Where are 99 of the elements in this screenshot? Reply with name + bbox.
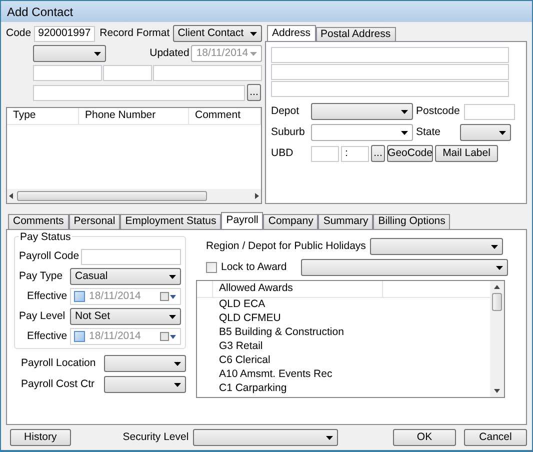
tab[interactable]: Billing Options bbox=[373, 214, 450, 229]
vertical-scrollbar[interactable] bbox=[490, 281, 504, 397]
dropdown[interactable] bbox=[311, 103, 413, 120]
input-field[interactable] bbox=[271, 64, 509, 80]
horizontal-scrollbar[interactable] bbox=[7, 189, 261, 203]
input-field[interactable] bbox=[271, 47, 509, 63]
dropdown[interactable] bbox=[192, 429, 338, 446]
list-item[interactable]: QLD ECA bbox=[197, 298, 490, 312]
column-header[interactable]: Comment bbox=[189, 108, 261, 124]
field-label: Pay Level bbox=[19, 308, 66, 324]
dropdown-arrow-icon bbox=[499, 130, 506, 134]
field-label: Suburb bbox=[271, 124, 306, 140]
field-label: UBD bbox=[271, 146, 294, 161]
field-label: Updated bbox=[150, 46, 190, 61]
calendar-icon[interactable] bbox=[160, 332, 177, 341]
calendar-icon[interactable] bbox=[160, 292, 177, 301]
dropdown[interactable]: Client Contact bbox=[172, 25, 262, 42]
scrollbar-thumb[interactable] bbox=[492, 293, 502, 311]
dropdown-arrow-icon bbox=[496, 266, 503, 270]
input-field[interactable]: 920001997 bbox=[34, 26, 95, 42]
tab[interactable]: Address bbox=[267, 25, 316, 41]
scrollbar-thumb[interactable] bbox=[17, 191, 207, 201]
window-title: Add Contact bbox=[7, 4, 74, 20]
dropdown-arrow-icon bbox=[401, 130, 408, 134]
field-label: Payroll Cost Ctr bbox=[21, 376, 96, 392]
awards-list[interactable]: Allowed Awards QLD ECA QLD CFMEU B5 Building & Construction G3 Retail C6 Clerical A10 Amsmt. Events Rec C1 Carparking bbox=[196, 280, 505, 398]
dropdown[interactable] bbox=[311, 124, 413, 141]
list-item[interactable]: B5 Building & Construction bbox=[197, 326, 490, 340]
field-label: Postcode bbox=[416, 104, 460, 119]
field-label: Effective bbox=[26, 328, 68, 344]
dropdown-arrow-icon bbox=[169, 314, 176, 318]
input-field[interactable] bbox=[311, 146, 339, 162]
tab[interactable]: Postal Address bbox=[316, 27, 396, 41]
tab[interactable]: Company bbox=[263, 214, 318, 229]
field-label: Depot bbox=[271, 104, 300, 119]
list-item[interactable]: QLD CFMEU bbox=[197, 312, 490, 326]
list-item[interactable]: C6 Clerical bbox=[197, 354, 490, 368]
history-button[interactable]: History bbox=[10, 429, 71, 446]
scroll-down-arrow-icon[interactable] bbox=[494, 389, 500, 393]
checkbox[interactable] bbox=[74, 331, 86, 342]
field-label: Lock to Award bbox=[221, 260, 288, 275]
mail-label-button[interactable]: Mail Label bbox=[435, 145, 498, 162]
dropdown-arrow-icon bbox=[94, 52, 101, 56]
input-field[interactable] bbox=[152, 65, 262, 81]
input-field[interactable] bbox=[464, 104, 515, 120]
dropdown-arrow-icon bbox=[250, 52, 257, 56]
field-label: State bbox=[416, 124, 442, 140]
dropdown-arrow-icon bbox=[401, 110, 408, 114]
dropdown-arrow-icon bbox=[490, 244, 498, 248]
field-label: Region / Depot for Public Holidays bbox=[206, 238, 366, 254]
tab[interactable]: Employment Status bbox=[120, 214, 222, 229]
dropdown[interactable] bbox=[104, 376, 186, 393]
cancel-button[interactable]: Cancel bbox=[464, 429, 527, 446]
phone-list[interactable]: Type Phone Number Comment bbox=[6, 107, 262, 204]
list-item[interactable]: C1 Carparking bbox=[197, 382, 490, 396]
dropdown[interactable] bbox=[33, 45, 106, 62]
checkbox[interactable] bbox=[206, 262, 217, 273]
dropdown-arrow-icon bbox=[174, 362, 181, 366]
ok-button[interactable]: OK bbox=[393, 429, 456, 446]
dropdown[interactable]: Casual bbox=[70, 268, 181, 285]
input-field[interactable]: : bbox=[341, 146, 369, 162]
field-label: Code bbox=[6, 26, 32, 41]
dropdown[interactable]: Not Set bbox=[70, 308, 181, 325]
browse-button[interactable]: ... bbox=[371, 145, 385, 162]
geocode-button[interactable]: GeoCode bbox=[387, 145, 433, 162]
tab[interactable]: Comments bbox=[8, 214, 69, 229]
dropdown-arrow-icon bbox=[250, 32, 257, 36]
column-header[interactable]: Allowed Awards bbox=[213, 281, 383, 297]
scroll-right-arrow-icon[interactable] bbox=[255, 193, 259, 199]
dropdown-arrow-icon bbox=[174, 382, 181, 386]
list-item[interactable]: A10 Amsmt. Events Rec bbox=[197, 368, 490, 382]
dropdown-arrow-icon bbox=[169, 274, 176, 278]
field-label: Record Format bbox=[100, 26, 170, 41]
dropdown-arrow-icon bbox=[326, 436, 333, 440]
input-field[interactable] bbox=[33, 84, 245, 100]
input-field[interactable] bbox=[33, 65, 102, 81]
dropdown[interactable] bbox=[104, 355, 186, 372]
list-item[interactable]: G3 Retail bbox=[197, 340, 490, 354]
field-label: Pay Type bbox=[19, 268, 64, 284]
input-field[interactable] bbox=[81, 249, 181, 265]
dropdown[interactable] bbox=[370, 238, 503, 255]
browse-button[interactable]: ... bbox=[247, 84, 261, 101]
field-label: Payroll Location bbox=[21, 356, 97, 371]
tab[interactable]: Personal bbox=[68, 214, 120, 229]
checkbox[interactable] bbox=[74, 291, 86, 302]
tab[interactable]: Payroll bbox=[221, 212, 264, 229]
dropdown[interactable] bbox=[301, 259, 508, 276]
field-label: Effective bbox=[26, 288, 68, 304]
input-field[interactable] bbox=[271, 81, 509, 97]
input-field[interactable] bbox=[102, 65, 152, 81]
column-header[interactable]: Type bbox=[7, 108, 79, 124]
field-label: Payroll Code bbox=[19, 249, 80, 264]
scroll-up-arrow-icon[interactable] bbox=[494, 285, 500, 289]
column-header[interactable]: Phone Number bbox=[79, 108, 189, 124]
dropdown[interactable] bbox=[460, 124, 511, 141]
scroll-left-arrow-icon[interactable] bbox=[9, 193, 13, 199]
field-label: Security Level bbox=[122, 430, 189, 445]
tab[interactable]: Summary bbox=[318, 214, 374, 229]
dropdown[interactable]: 18/11/2014 bbox=[191, 45, 262, 62]
